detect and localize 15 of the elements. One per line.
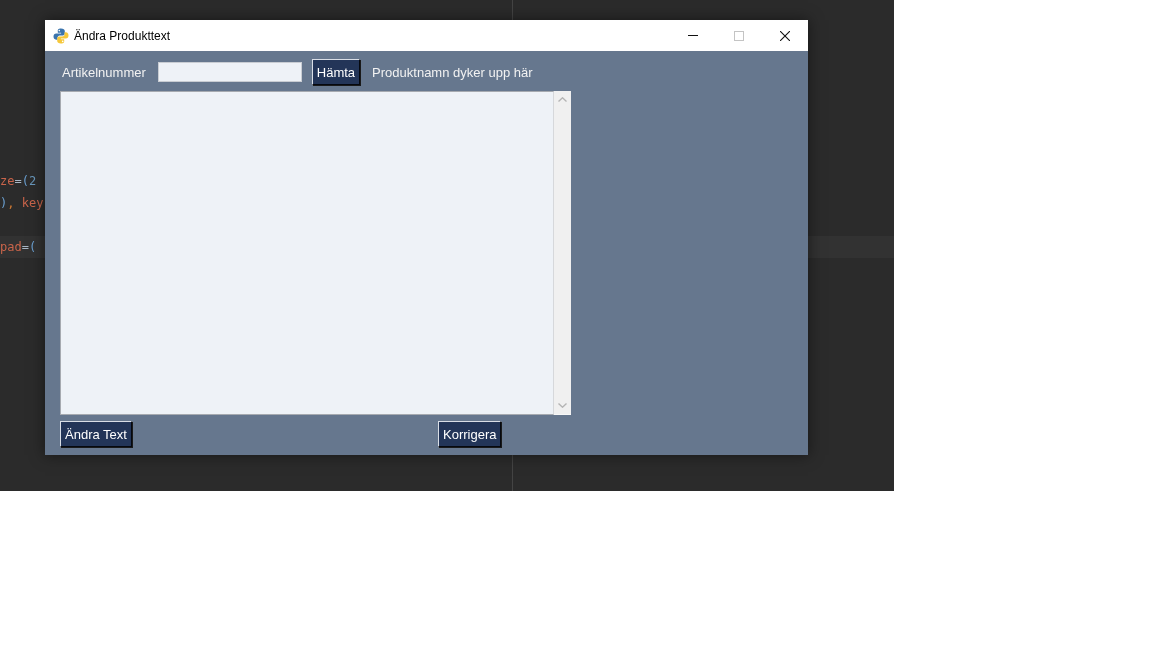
- edit-text-button[interactable]: Ändra Text: [60, 421, 132, 447]
- code-line: ze=(2: [0, 173, 37, 190]
- code-line: ), key: [0, 195, 44, 212]
- app-icon: [53, 27, 69, 44]
- product-name-label: Produktnamn dyker upp här: [372, 64, 533, 80]
- chevron-down-icon[interactable]: [558, 403, 567, 408]
- window-title: Ändra Produkttext: [74, 28, 171, 43]
- article-number-field[interactable]: [157, 62, 302, 82]
- text-area[interactable]: [60, 91, 554, 415]
- correct-button[interactable]: Korrigera: [438, 421, 502, 447]
- fetch-button[interactable]: Hämta: [311, 59, 361, 85]
- article-number-label: Artikelnummer: [62, 64, 146, 80]
- vertical-scrollbar[interactable]: [554, 91, 571, 415]
- code-line: pad=(: [0, 239, 37, 256]
- chevron-up-icon[interactable]: [558, 97, 567, 102]
